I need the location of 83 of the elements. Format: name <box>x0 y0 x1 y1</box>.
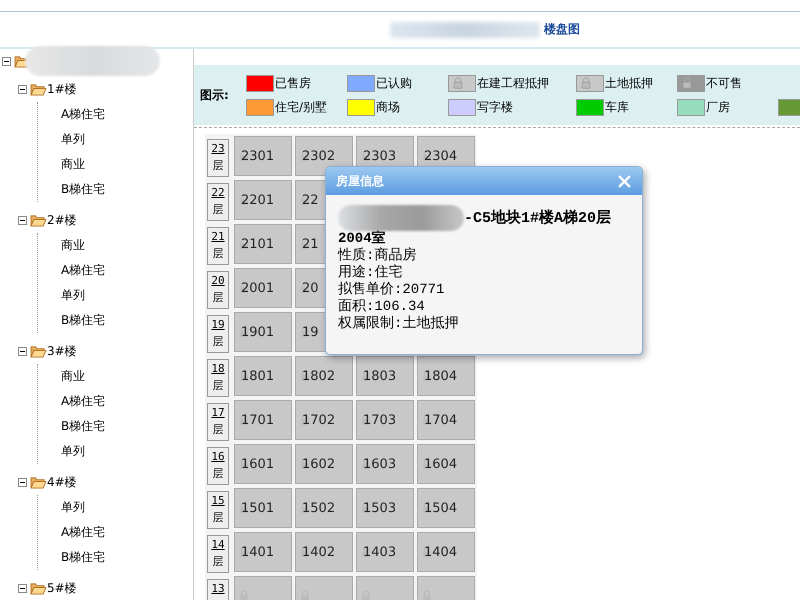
legend-label: 图示: <box>200 86 230 104</box>
folder-icon <box>30 82 47 96</box>
floor-label: 22 层 <box>207 183 229 221</box>
folder-icon <box>30 476 47 488</box>
unit-cell[interactable]: 2201 <box>234 180 292 220</box>
tree-item[interactable]: 单列 <box>61 131 85 148</box>
floor-label: 20 层 <box>207 271 229 309</box>
unit-cell[interactable]: 1801 <box>234 356 292 396</box>
unit-cell[interactable]: 1901 <box>234 312 292 352</box>
unit-cell[interactable]: 1703 <box>356 400 414 440</box>
legend-label: 土地抵押 <box>605 74 653 92</box>
unit-cell[interactable]: 1704 <box>417 400 475 440</box>
unit-cell[interactable]: 1601 <box>234 444 292 484</box>
floor-label: 23 层 <box>207 139 229 177</box>
unit-cell[interactable]: 1503 <box>356 488 414 528</box>
floor-label: 14 层 <box>207 535 229 573</box>
unit-cell[interactable]: 2001 <box>234 268 292 308</box>
tree-item[interactable]: B梯住宅 <box>61 312 106 329</box>
tree-item[interactable]: 单列 <box>61 499 85 516</box>
tree-item[interactable]: A梯住宅 <box>61 524 106 541</box>
unit-cell[interactable]: 1803 <box>356 356 414 396</box>
tree-item[interactable]: 4#楼 <box>47 474 77 490</box>
unit-cell[interactable]: 1604 <box>417 444 475 484</box>
house-name: -C5地块1#楼A梯20层 <box>464 210 612 226</box>
legend-label: 已售房 <box>275 74 311 92</box>
floor-label: 13 <box>207 579 229 600</box>
collapse-icon[interactable] <box>18 584 27 592</box>
legend-label: 不可售 <box>706 74 742 92</box>
legend-label: 车库 <box>605 98 629 116</box>
tree-item[interactable]: 商业 <box>61 368 85 385</box>
tree-item[interactable]: A梯住宅 <box>61 262 106 279</box>
unit-cell[interactable]: 1603 <box>356 444 414 484</box>
legend-label: 在建工程抵押 <box>477 74 549 92</box>
collapse-icon[interactable] <box>18 216 27 224</box>
unit-cell[interactable]: 1401 <box>234 532 292 572</box>
unit-cell[interactable]: 1404 <box>417 532 475 572</box>
tree-item[interactable]: 商业 <box>61 237 85 254</box>
tree-item[interactable]: 5#楼 <box>47 580 77 596</box>
unit-cell[interactable]: 2301 <box>234 136 292 176</box>
unit-cell[interactable]: 1804 <box>417 356 475 396</box>
lock-icon <box>580 77 592 89</box>
tree-item[interactable]: A梯住宅 <box>61 106 106 123</box>
legend-label: 住宅/别墅 <box>275 98 328 116</box>
collapse-icon[interactable] <box>18 478 27 486</box>
tree-item[interactable]: 单列 <box>61 287 85 304</box>
lock-icon <box>681 77 693 89</box>
tree-item[interactable]: B梯住宅 <box>61 549 106 566</box>
tree-item[interactable]: B梯住宅 <box>61 418 106 435</box>
floor-label: 15 层 <box>207 491 229 529</box>
tree-item[interactable]: 商业 <box>61 156 85 173</box>
folder-icon <box>30 582 47 594</box>
tree-item[interactable]: B梯住宅 <box>61 181 106 198</box>
legend-label: 厂房 <box>706 98 730 116</box>
floor-label: 21 层 <box>207 227 229 265</box>
unit-cell[interactable]: 1602 <box>295 444 353 484</box>
tree-item[interactable]: 单列 <box>61 443 85 460</box>
tree-item[interactable]: 1#楼 <box>47 80 77 98</box>
folder-icon <box>30 214 47 226</box>
floor-label: 16 层 <box>207 447 229 485</box>
unit-cell[interactable]: 1403 <box>356 532 414 572</box>
collapse-icon[interactable] <box>2 56 11 66</box>
page-title: 楼盘图 <box>544 21 580 38</box>
collapse-icon[interactable] <box>18 84 27 94</box>
tree-item[interactable]: A梯住宅 <box>61 393 106 410</box>
legend-label: 商场 <box>376 98 400 116</box>
unit-cell[interactable]: 2101 <box>234 224 292 264</box>
folder-icon <box>30 344 47 358</box>
unit-cell[interactable]: 1802 <box>295 356 353 396</box>
collapse-icon[interactable] <box>18 346 27 356</box>
floor-label: 17 层 <box>207 403 229 441</box>
unit-cell[interactable]: 1701 <box>234 400 292 440</box>
unit-cell[interactable]: 1502 <box>295 488 353 528</box>
tree-item[interactable]: 3#楼 <box>47 342 77 360</box>
unit-cell[interactable]: 1402 <box>295 532 353 572</box>
floor-label: 19 层 <box>207 315 229 353</box>
tree-item[interactable]: 2#楼 <box>47 212 77 228</box>
floor-label: 18 层 <box>207 359 229 397</box>
unit-cell[interactable]: 1501 <box>234 488 292 528</box>
unit-cell[interactable]: 1702 <box>295 400 353 440</box>
legend-label: 已认购 <box>376 74 412 92</box>
lock-icon <box>452 77 464 89</box>
legend-label: 写字楼 <box>477 98 513 116</box>
unit-cell[interactable]: 1504 <box>417 488 475 528</box>
